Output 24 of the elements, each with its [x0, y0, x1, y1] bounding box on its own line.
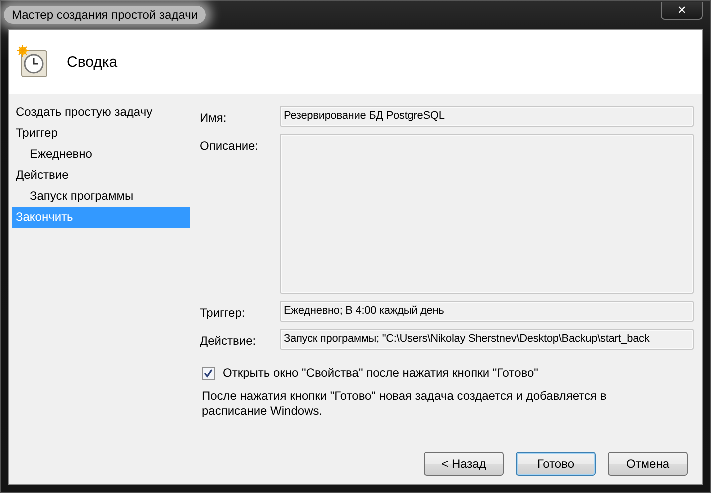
dialog-button[interactable]: Готово: [516, 452, 596, 476]
checkbox[interactable]: [202, 366, 215, 380]
window-title: Мастер создания простой задачи: [4, 6, 206, 24]
description-field[interactable]: [280, 134, 694, 294]
field-label: Триггер:: [200, 305, 246, 320]
page-title: Сводка: [67, 54, 118, 70]
step-item[interactable]: Триггер: [12, 123, 190, 144]
info-text: После нажатия кнопки "Готово" новая задача создается и добавляется в расписание Windows.: [202, 389, 608, 419]
dialog-button[interactable]: < Назад: [424, 452, 504, 476]
close-button[interactable]: ✕: [661, 2, 703, 20]
step-item[interactable]: Действие: [12, 165, 190, 186]
field-label: Имя:: [200, 110, 228, 125]
summary-field[interactable]: Ежедневно; В 4:00 каждый день: [280, 301, 694, 322]
check-icon: [204, 368, 213, 378]
field-label: Описание:: [200, 138, 260, 153]
field-label: Действие:: [200, 333, 258, 348]
scheduled-task-icon: [17, 45, 49, 79]
checkbox-label[interactable]: Открыть окно "Свойства" после нажатия кнопки "Готово": [223, 366, 538, 380]
dialog-button[interactable]: Отмена: [608, 452, 688, 476]
summary-field[interactable]: Резервирование БД PostgreSQL: [280, 106, 694, 127]
summary-field[interactable]: Запуск программы; "C:\Users\Nikolay Sherstnev\Desktop\Backup\start_back: [280, 329, 694, 350]
step-item[interactable]: Ежедневно: [12, 144, 190, 165]
step-item[interactable]: Запуск программы: [12, 186, 190, 207]
step-item[interactable]: Создать простую задачу: [12, 102, 190, 123]
